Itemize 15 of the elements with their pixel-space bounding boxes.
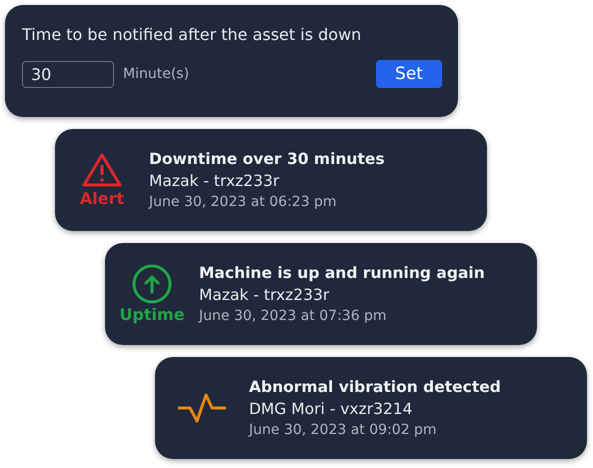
- set-button[interactable]: Set: [376, 60, 442, 88]
- status-label: Uptime: [119, 305, 185, 324]
- notification-time: June 30, 2023 at 06:23 pm: [149, 194, 338, 210]
- notification-title: Machine is up and running again: [199, 264, 485, 282]
- minutes-input-field[interactable]: 30: [22, 60, 114, 88]
- asset-name: DMG Mori - vxzr3214: [249, 400, 414, 418]
- settings-prompt: Time to be notified after the asset is down: [22, 25, 362, 44]
- notification-title: Downtime over 30 minutes: [149, 150, 385, 168]
- notification-time: June 30, 2023 at 07:36 pm: [199, 308, 388, 324]
- asset-name: Mazak - trxz233r: [149, 172, 280, 190]
- notification-time: June 30, 2023 at 09:02 pm: [249, 422, 438, 438]
- notification-title: Abnormal vibration detected: [249, 378, 501, 396]
- status-label: Alert: [80, 189, 124, 208]
- unit-label: Minute(s): [123, 66, 190, 82]
- asset-name: Mazak - trxz233r: [199, 286, 330, 304]
